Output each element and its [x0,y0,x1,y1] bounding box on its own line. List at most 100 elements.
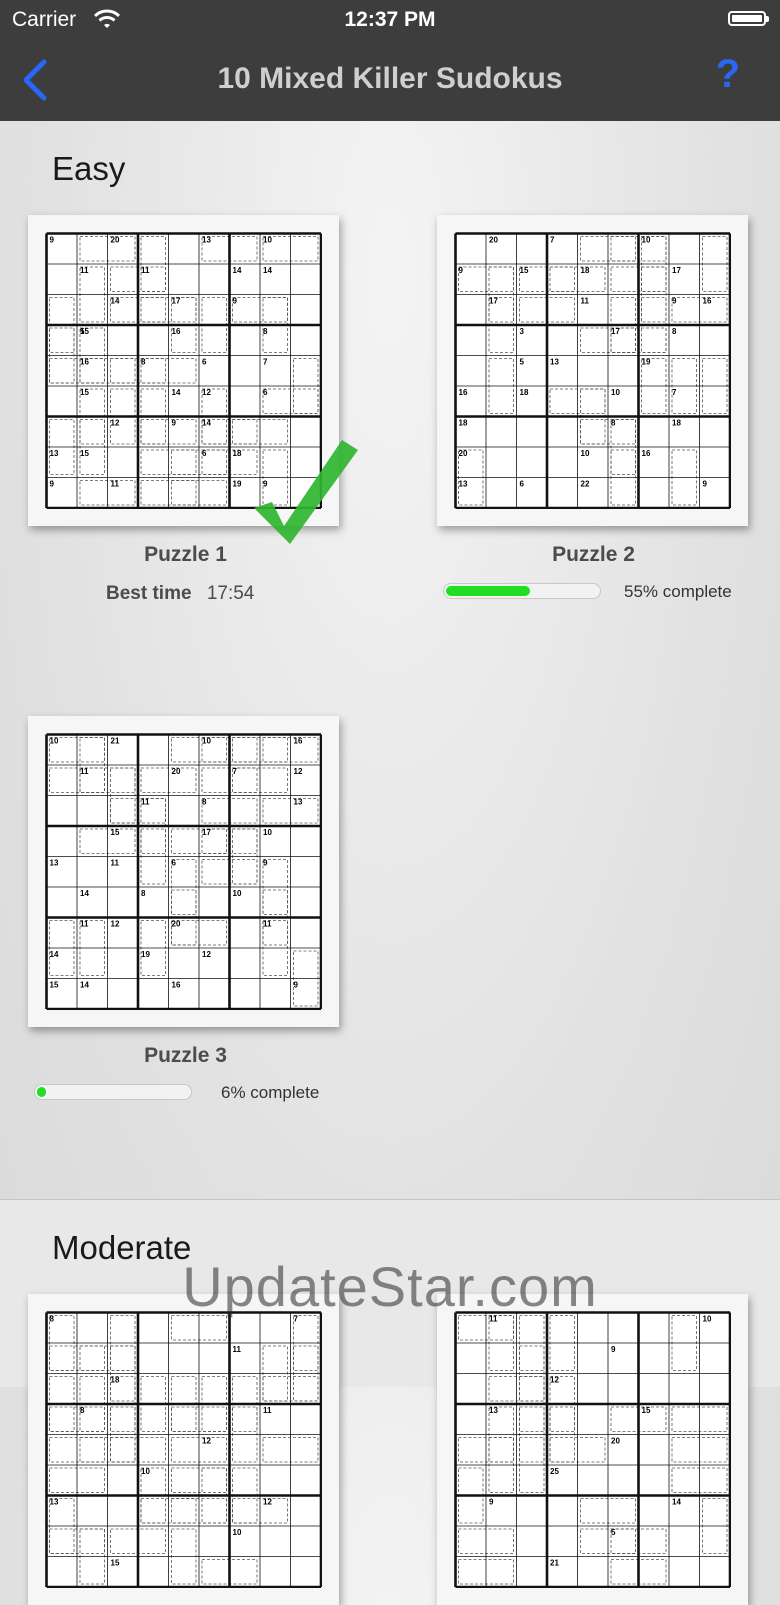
cage-clue: 15 [111,1559,120,1568]
cage-clue: 25 [550,1467,559,1476]
cage-clue: 11 [111,859,120,868]
cage-clue: 15 [80,327,89,336]
cage-clue: 21 [111,737,120,746]
progress-fill [37,1087,46,1097]
cage-clue: 14 [50,950,59,959]
progress-bar [443,583,601,599]
cage-clue: 11 [111,480,120,489]
cage-clue: 10 [50,737,59,746]
cage-clue: 14 [80,981,89,990]
cage-clue: 9 [263,859,268,868]
cage-clue: 7 [233,767,238,776]
cage-clue: 15 [520,266,529,275]
best-time-label: Best time [106,583,192,604]
cage-clue: 20 [172,767,181,776]
cage-clue: 6 [202,449,207,458]
cage-clue: 21 [550,1559,559,1568]
puzzle-name: Puzzle 2 [552,543,635,566]
cage-clue: 14 [263,266,272,275]
cage-clue: 9 [50,236,55,245]
cage-clue: 15 [642,1406,651,1415]
cage-clue: 18 [233,449,242,458]
cage-clue: 17 [672,266,681,275]
navigation-bar: Carrier 12:37 PM 10 Mixed Killer Sudokus… [0,0,780,121]
cage-clue: 14 [111,297,120,306]
cage-clue: 7 [672,388,677,397]
help-button[interactable]: ? [716,52,740,97]
cage-clue: 9 [294,981,299,990]
cage-clue: 20 [489,236,498,245]
cage-clue: 10 [202,737,211,746]
cage-clue: 10 [263,828,272,837]
cage-clue: 8 [80,1406,85,1415]
puzzle-card-4[interactable]: 8 7 11 18 8 11 12 10 13 12 10 15 [28,1294,339,1605]
progress-text: 55% complete [624,582,732,601]
section-title-easy: Easy [52,150,126,187]
cage-clue: 15 [111,828,120,837]
cage-clue: 5 [520,358,525,367]
progress-fill [446,586,530,596]
cage-clue: 16 [703,297,712,306]
cage-clue: 11 [80,767,89,776]
cage-clue: 9 [172,419,177,428]
cage-clue: 16 [459,388,468,397]
cage-clue: 8 [141,889,146,898]
cage-clue: 13 [202,236,211,245]
cage-clue: 11 [581,297,590,306]
cage-clue: 11 [263,920,272,929]
cage-clue: 14 [233,266,242,275]
cage-clue: 10 [642,236,651,245]
cage-clue: 17 [172,297,181,306]
cage-clue: 11 [80,920,89,929]
cage-clue: 9 [703,480,708,489]
cage-clue: 8 [672,327,677,336]
puzzle-card-2[interactable]: 20 7 10 9 15 18 17 17 11 9 16 3 17 8 5 13 19 16 18 10 7 18 8 18… [437,215,748,526]
cage-clue: 9 [489,1498,494,1507]
puzzle-card-3[interactable]: 10 21 10 16 11 20 7 12 11 8 13 15 17 10 13 11 6 9 14 8 10 11 1… [28,716,339,1027]
cage-clue: 9 [672,297,677,306]
cage-clue: 13 [459,480,468,489]
cage-clue: 12 [294,767,303,776]
cage-clue: 17 [489,297,498,306]
cage-clue: 12 [263,1498,272,1507]
cage-clue: 10 [611,388,620,397]
status-bar: Carrier 12:37 PM [0,0,780,40]
cage-clue: 8 [141,358,146,367]
cage-clue: 13 [294,798,303,807]
cage-clue: 12 [202,1437,211,1446]
page-title: 10 Mixed Killer Sudokus [217,62,563,95]
cage-clue: 6 [263,388,268,397]
cage-clue: 14 [80,889,89,898]
cage-clue: 18 [111,1376,120,1385]
cage-clue: 12 [550,1376,559,1385]
cage-clue: 8 [202,798,207,807]
cage-clue: 6 [172,859,177,868]
cage-clue: 15 [80,449,89,458]
progress-bar [34,1084,192,1100]
cage-clue: 10 [233,1528,242,1537]
cage-clue: 13 [550,358,559,367]
cage-clue: 18 [581,266,590,275]
sudoku-thumbnail: 8 711188 11121013 121015 [45,1311,322,1588]
sudoku-thumbnail: 10 21 10 16 11 20 7 12 11 8 13 15 17 10 13 11 6 9 14 8 10 11 1… [45,733,322,1010]
puzzle-card-5[interactable]: 11 10 9 12 13 15 20 25 9 14 5 21 [437,1294,748,1605]
puzzle-name: Puzzle 3 [144,1044,227,1067]
completed-check-icon [254,440,358,544]
cage-clue: 11 [141,798,150,807]
cage-clue: 16 [294,737,303,746]
cage-clue: 20 [459,449,468,458]
cage-clue: 12 [111,920,120,929]
cage-clue: 9 [50,480,55,489]
cage-clue: 19 [642,358,651,367]
cage-clue: 8 [611,419,616,428]
cage-clue: 9 [233,297,238,306]
cage-clue: 16 [172,981,181,990]
cage-clue: 10 [141,1467,150,1476]
best-time: Best time 17:54 [106,583,254,605]
cage-clue: 10 [233,889,242,898]
cage-clue: 22 [581,480,590,489]
cage-clue: 20 [111,236,120,245]
cage-clue: 16 [172,327,181,336]
cage-clue: 7 [263,358,268,367]
cage-clue: 17 [611,327,620,336]
